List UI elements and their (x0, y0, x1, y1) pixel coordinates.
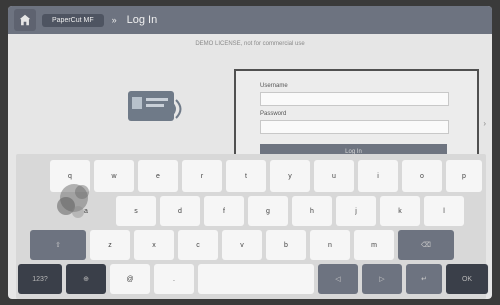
key-s[interactable]: s (116, 196, 156, 226)
key-p[interactable]: p (446, 160, 482, 192)
shift-icon: ⇧ (55, 242, 61, 249)
key-i[interactable]: i (358, 160, 398, 192)
key-w[interactable]: w (94, 160, 134, 192)
home-button[interactable] (14, 9, 36, 31)
key-t[interactable]: t (226, 160, 266, 192)
key-f[interactable]: f (204, 196, 244, 226)
key-y[interactable]: y (270, 160, 310, 192)
globe-icon: ⊕ (83, 276, 89, 283)
backspace-icon: ⌫ (421, 242, 431, 249)
key-e[interactable]: e (138, 160, 178, 192)
globe-key[interactable]: ⊕ (66, 264, 106, 294)
top-bar: PaperCut MF » Log In (8, 6, 492, 34)
key-d[interactable]: d (160, 196, 200, 226)
key-h[interactable]: h (292, 196, 332, 226)
key-j[interactable]: j (336, 196, 376, 226)
enter-icon: ↵ (421, 276, 427, 283)
screen-smudge (57, 184, 89, 218)
password-label: Password (260, 111, 287, 117)
cursor-left-key[interactable]: ◁ (318, 264, 358, 294)
key-v[interactable]: v (222, 230, 262, 260)
page-title: Log In (126, 14, 158, 26)
card-reader-icon (128, 91, 182, 121)
arrow-right-icon: ▷ (379, 276, 385, 283)
scroll-right-icon[interactable]: › (483, 119, 486, 128)
ok-key[interactable]: OK (446, 264, 488, 294)
key-k[interactable]: k (380, 196, 420, 226)
username-field[interactable] (260, 92, 449, 106)
key-u[interactable]: u (314, 160, 354, 192)
dot-key[interactable]: . (154, 264, 194, 294)
key-b[interactable]: b (266, 230, 306, 260)
key-l[interactable]: l (424, 196, 464, 226)
cursor-right-key[interactable]: ▷ (362, 264, 402, 294)
enter-key[interactable]: ↵ (406, 264, 442, 294)
key-z[interactable]: z (90, 230, 130, 260)
key-g[interactable]: g (248, 196, 288, 226)
key-r[interactable]: r (182, 160, 222, 192)
home-icon (19, 14, 31, 26)
shift-key[interactable]: ⇧ (30, 230, 86, 260)
username-label: Username (260, 83, 288, 89)
license-notice: DEMO LICENSE, not for commercial use (195, 41, 305, 47)
app-breadcrumb[interactable]: PaperCut MF (42, 13, 104, 27)
space-key[interactable] (198, 264, 314, 294)
arrow-left-icon: ◁ (335, 276, 341, 283)
key-m[interactable]: m (354, 230, 394, 260)
at-key[interactable]: @ (110, 264, 150, 294)
password-field[interactable] (260, 120, 449, 134)
kiosk-screen: PaperCut MF » Log In DEMO LICENSE, not f… (8, 6, 492, 299)
key-c[interactable]: c (178, 230, 218, 260)
key-n[interactable]: n (310, 230, 350, 260)
key-x[interactable]: x (134, 230, 174, 260)
numbers-key[interactable]: 123? (18, 264, 62, 294)
key-o[interactable]: o (402, 160, 442, 192)
backspace-key[interactable]: ⌫ (398, 230, 454, 260)
breadcrumb-separator: » (111, 15, 117, 25)
